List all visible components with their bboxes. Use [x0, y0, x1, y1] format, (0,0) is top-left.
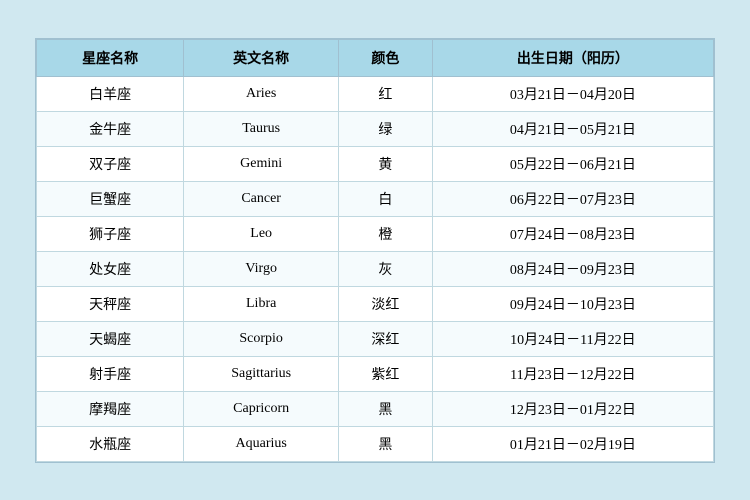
zodiac-table-container: 星座名称 英文名称 颜色 出生日期（阳历） 白羊座Aries红03月21日－04… — [35, 38, 715, 463]
cell-english-name: Cancer — [184, 181, 339, 216]
header-color: 颜色 — [339, 39, 433, 76]
table-row: 射手座Sagittarius紫红11月23日－12月22日 — [37, 356, 714, 391]
cell-dates: 10月24日－11月22日 — [432, 321, 713, 356]
cell-english-name: Libra — [184, 286, 339, 321]
cell-chinese-name: 水瓶座 — [37, 426, 184, 461]
cell-dates: 09月24日－10月23日 — [432, 286, 713, 321]
cell-dates: 08月24日－09月23日 — [432, 251, 713, 286]
table-row: 狮子座Leo橙07月24日－08月23日 — [37, 216, 714, 251]
header-birthdate: 出生日期（阳历） — [432, 39, 713, 76]
cell-chinese-name: 摩羯座 — [37, 391, 184, 426]
table-row: 白羊座Aries红03月21日－04月20日 — [37, 76, 714, 111]
cell-color: 白 — [339, 181, 433, 216]
cell-english-name: Virgo — [184, 251, 339, 286]
table-row: 天秤座Libra淡红09月24日－10月23日 — [37, 286, 714, 321]
table-row: 金牛座Taurus绿04月21日－05月21日 — [37, 111, 714, 146]
table-row: 处女座Virgo灰08月24日－09月23日 — [37, 251, 714, 286]
table-body: 白羊座Aries红03月21日－04月20日金牛座Taurus绿04月21日－0… — [37, 76, 714, 461]
zodiac-table: 星座名称 英文名称 颜色 出生日期（阳历） 白羊座Aries红03月21日－04… — [36, 39, 714, 462]
cell-dates: 01月21日－02月19日 — [432, 426, 713, 461]
cell-color: 黑 — [339, 391, 433, 426]
cell-color: 红 — [339, 76, 433, 111]
cell-chinese-name: 狮子座 — [37, 216, 184, 251]
cell-dates: 05月22日－06月21日 — [432, 146, 713, 181]
cell-chinese-name: 天秤座 — [37, 286, 184, 321]
header-english-name: 英文名称 — [184, 39, 339, 76]
cell-chinese-name: 处女座 — [37, 251, 184, 286]
cell-color: 深红 — [339, 321, 433, 356]
table-header-row: 星座名称 英文名称 颜色 出生日期（阳历） — [37, 39, 714, 76]
cell-english-name: Scorpio — [184, 321, 339, 356]
cell-color: 淡红 — [339, 286, 433, 321]
table-row: 双子座Gemini黄05月22日－06月21日 — [37, 146, 714, 181]
cell-dates: 11月23日－12月22日 — [432, 356, 713, 391]
table-row: 巨蟹座Cancer白06月22日－07月23日 — [37, 181, 714, 216]
header-chinese-name: 星座名称 — [37, 39, 184, 76]
cell-dates: 03月21日－04月20日 — [432, 76, 713, 111]
cell-english-name: Sagittarius — [184, 356, 339, 391]
cell-english-name: Taurus — [184, 111, 339, 146]
cell-color: 紫红 — [339, 356, 433, 391]
cell-chinese-name: 天蝎座 — [37, 321, 184, 356]
cell-color: 橙 — [339, 216, 433, 251]
cell-chinese-name: 双子座 — [37, 146, 184, 181]
cell-color: 灰 — [339, 251, 433, 286]
cell-dates: 04月21日－05月21日 — [432, 111, 713, 146]
cell-chinese-name: 巨蟹座 — [37, 181, 184, 216]
cell-english-name: Capricorn — [184, 391, 339, 426]
cell-chinese-name: 金牛座 — [37, 111, 184, 146]
cell-color: 黄 — [339, 146, 433, 181]
cell-dates: 12月23日－01月22日 — [432, 391, 713, 426]
table-row: 水瓶座Aquarius黑01月21日－02月19日 — [37, 426, 714, 461]
cell-dates: 07月24日－08月23日 — [432, 216, 713, 251]
cell-color: 绿 — [339, 111, 433, 146]
cell-english-name: Aquarius — [184, 426, 339, 461]
cell-chinese-name: 白羊座 — [37, 76, 184, 111]
table-row: 摩羯座Capricorn黑12月23日－01月22日 — [37, 391, 714, 426]
cell-chinese-name: 射手座 — [37, 356, 184, 391]
cell-english-name: Gemini — [184, 146, 339, 181]
table-row: 天蝎座Scorpio深红10月24日－11月22日 — [37, 321, 714, 356]
cell-english-name: Leo — [184, 216, 339, 251]
cell-english-name: Aries — [184, 76, 339, 111]
cell-color: 黑 — [339, 426, 433, 461]
cell-dates: 06月22日－07月23日 — [432, 181, 713, 216]
